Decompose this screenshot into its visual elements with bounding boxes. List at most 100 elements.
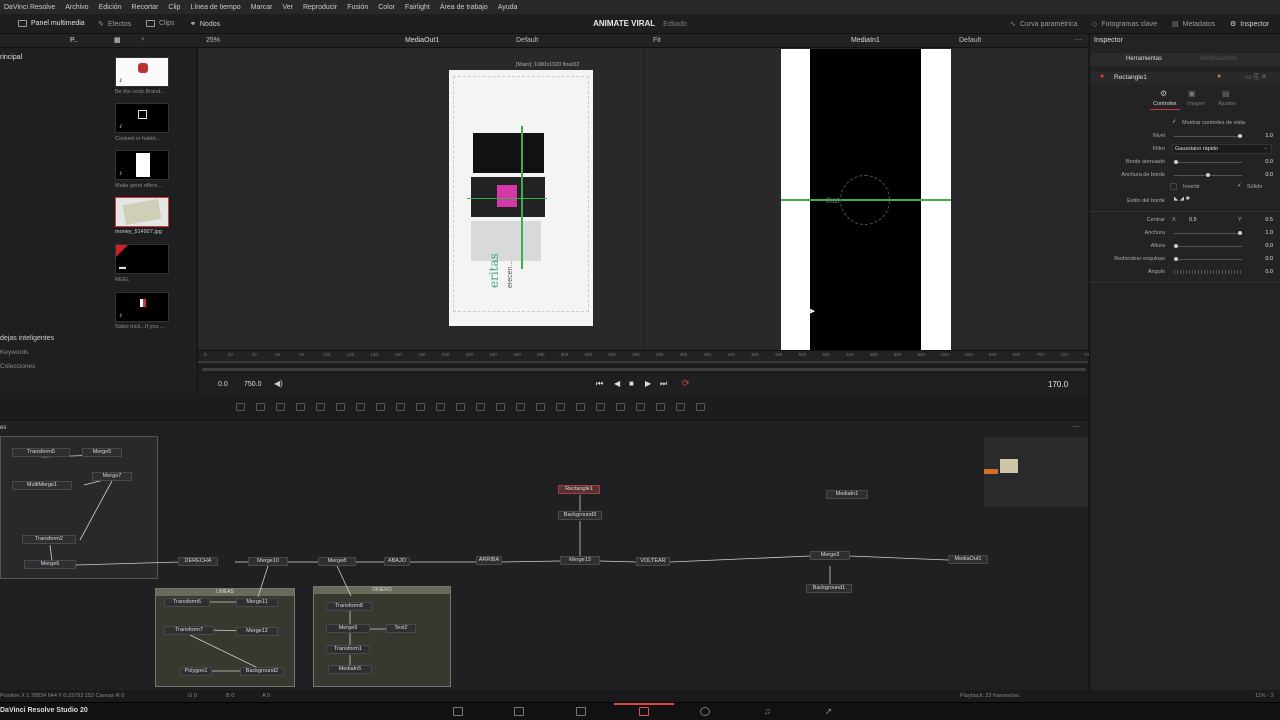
metadatos-button[interactable]: ▤ Metadatos [1172,20,1215,29]
menu-item-clip[interactable]: Clip [168,4,180,11]
tab-modificadores[interactable]: Modificadores [1200,56,1237,62]
anchura-borde-slider[interactable] [1174,173,1242,177]
node-merge11[interactable]: Merge11 [236,598,278,607]
settings-tab-icon[interactable]: ▤ [1222,89,1230,98]
show-controls-check[interactable]: ✓ [1172,119,1177,125]
node-editor[interactable]: es ⋯ LINEAS DINERO Transform5 Merge5 Mul… [0,420,1088,690]
merge-tool-icon[interactable] [396,403,405,411]
nivel-value[interactable]: 1.0 [1265,133,1273,139]
window-icons[interactable]: ▭ ⎘ ✕ [1245,73,1267,82]
menu-item-linea[interactable]: Línea de tiempo [190,4,240,11]
anchura-borde-value[interactable]: 0.0 [1265,172,1273,178]
image-tab-icon[interactable]: ▣ [1188,89,1196,98]
light-tool-icon[interactable] [676,403,685,411]
paint-tool-icon[interactable] [296,403,305,411]
node-background3[interactable]: Background3 [558,511,602,520]
menu-item-davinci[interactable]: DaVinci Resolve [4,4,55,11]
menu-item-fusion[interactable]: Fusión [347,4,368,11]
stop-icon[interactable]: ■ [629,379,634,388]
menu-item-reproducir[interactable]: Reproducir [303,4,337,11]
anchura-slider[interactable] [1174,231,1242,235]
node-transform6[interactable]: Transform6 [164,598,210,607]
node-merge12[interactable]: Merge12 [236,627,278,636]
clip-thumb-4[interactable] [115,197,169,227]
redondear-value[interactable]: 0.0 [1265,256,1273,262]
bspline-tool-icon[interactable] [336,403,345,411]
altura-knob[interactable] [1174,244,1178,248]
edit-page-icon[interactable] [576,707,586,716]
fairlight-page-icon[interactable]: ♫ [764,706,771,716]
filtro-dropdown[interactable]: Gaussiano rápido ⌄ [1172,144,1272,154]
menu-item-ayuda[interactable]: Ayuda [498,4,518,11]
node-mediain1[interactable]: MediaIn1 [826,490,868,499]
node-merge8[interactable]: Merge8 [318,557,356,566]
node-merge6[interactable]: Merge6 [24,560,76,569]
redondear-knob[interactable] [1174,257,1178,261]
node-transform1[interactable]: Transform1 [326,645,370,654]
cut-page-icon[interactable] [514,707,524,716]
node-background1[interactable]: Background1 [806,584,852,593]
smart-bins[interactable]: dejas inteligentes [0,335,54,342]
node-merge10[interactable]: Merge10 [248,557,288,566]
fusion-page-icon[interactable] [639,707,649,716]
altura-value[interactable]: 0.0 [1265,243,1273,249]
background-tool-icon[interactable] [236,403,245,411]
scrub-bar[interactable] [202,368,1086,371]
menu-item-edicion[interactable]: Edición [99,4,122,11]
altura-slider[interactable] [1174,244,1242,248]
go-to-end-icon[interactable]: ⏭ [660,379,667,389]
node-rectangle1[interactable]: Rectangle1 [558,485,600,494]
range-start[interactable]: 0.0 [218,381,228,388]
fotogramas-button[interactable]: ◇ Fotogramas clave [1092,20,1157,29]
text-tool-icon[interactable] [276,403,285,411]
particles-tool-icon[interactable] [356,403,365,411]
zoom-left[interactable]: 25% [206,37,220,44]
polygon-tool-icon[interactable] [316,403,325,411]
anchura-knob[interactable] [1238,231,1242,235]
go-to-start-icon[interactable]: ⏮ [596,379,603,389]
clip-thumb-6[interactable]: ♪ [115,292,169,322]
inspector-node-name[interactable]: Rectangle1 [1114,74,1147,81]
menu-item-recortar[interactable]: Recortar [132,4,159,11]
node-background2[interactable]: Background2 [240,667,284,676]
efectos-button[interactable]: ✎ Efectos [98,20,131,29]
centrar-y-value[interactable]: 0.5 [1265,217,1273,223]
image-tool-icon[interactable] [256,403,265,411]
more-icon[interactable]: ⋯ [1075,36,1082,44]
node-derecha[interactable]: DERECHA [178,557,218,566]
ellipse-tool-icon[interactable] [496,403,505,411]
3d-text-tool-icon[interactable] [616,403,625,411]
renderer-tool-icon[interactable] [696,403,705,411]
borde-atenuado-knob[interactable] [1174,160,1178,164]
loop-icon[interactable]: ⟳ [682,378,690,389]
viewer-left-default[interactable]: Default [516,37,538,44]
clip-thumb-5[interactable]: ▬ [115,244,169,274]
crop-tool-icon[interactable] [436,403,445,411]
node-voltear[interactable]: VOLTEAR [636,557,670,566]
node-arriba[interactable]: ARRIBA [476,556,502,565]
blur-tool-icon[interactable] [536,403,545,411]
bin-principal[interactable]: rincipal [0,54,22,61]
keywords[interactable]: Keywords [0,349,29,356]
clips-button[interactable]: Clips [146,20,175,27]
clip-thumb-2[interactable]: ♪ [115,103,169,133]
angulo-value[interactable]: 0.0 [1265,269,1273,275]
play-icon[interactable]: ▶ [645,379,651,388]
node-merge3[interactable]: Merge3 [810,551,850,560]
anchura-value[interactable]: 1.0 [1265,230,1273,236]
redondear-slider[interactable] [1174,257,1242,261]
border-style-icons[interactable]: ◣ ◢ ✱ [1174,196,1190,202]
version-dot-icon[interactable]: ● [1217,73,1221,80]
node-text2[interactable]: Text2 [386,624,416,633]
camera-tool-icon[interactable] [656,403,665,411]
nodos-button[interactable]: ⚭ Nodos [190,20,220,29]
media-page-icon[interactable] [453,707,463,716]
subtab-ajustes[interactable]: Ajustes [1218,101,1236,107]
node-mediaout1[interactable]: MediaOut1 [948,555,988,564]
panel-multimedia-button[interactable]: Panel multimedia [18,20,85,27]
rectangle-tool-icon[interactable] [476,403,485,411]
viewer-right-default[interactable]: Default [959,37,981,44]
centrar-x-value[interactable]: 0.5 [1189,217,1197,223]
glow-tool-icon[interactable] [556,403,565,411]
node-abajo[interactable]: ABAJO [384,557,410,566]
